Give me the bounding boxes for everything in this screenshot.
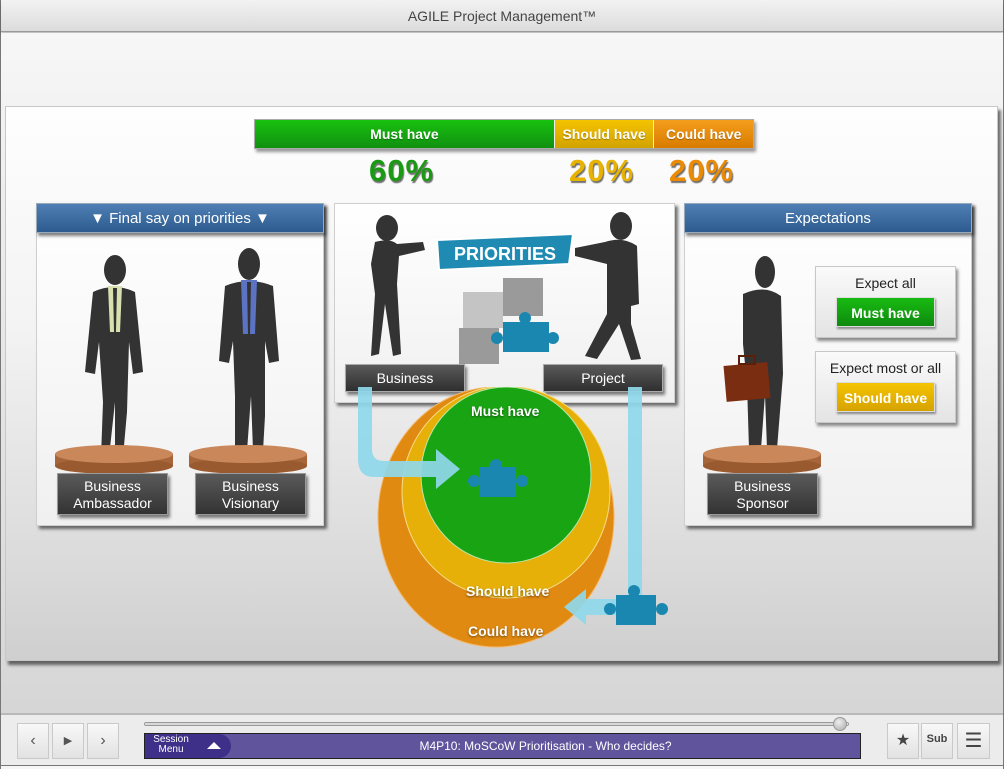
could-have-circle-label: Could have — [468, 623, 544, 639]
project-person-figure — [575, 212, 641, 360]
puzzle-piece-icon — [463, 292, 503, 328]
progress-knob[interactable] — [832, 717, 847, 731]
could-percentage: 20% — [669, 153, 735, 188]
expectations-panel: Expectations Business Sponsor Expect all… — [684, 203, 972, 526]
business-visionary-figure — [219, 248, 279, 451]
moscow-must-segment: Must have — [255, 120, 554, 148]
session-menu-button[interactable]: Session Menu — [145, 734, 231, 758]
ambassador-plinth — [55, 445, 173, 474]
bookmark-button[interactable]: ★ — [887, 723, 919, 759]
expect-all-text: Expect all — [855, 275, 916, 291]
business-person-figure — [371, 215, 425, 356]
star-icon: ★ — [895, 732, 911, 749]
session-title: M4P10: MoSCoW Prioritisation - Who decid… — [419, 739, 672, 753]
expect-most-box: Expect most or all Should have — [815, 351, 956, 423]
priorities-panel: PRIORITIES Business Project — [334, 203, 675, 403]
app-window: AGILE Project Management™ Must have Shou… — [0, 0, 1004, 769]
puzzle-piece-icon — [459, 328, 499, 364]
menu-button[interactable]: ☰ — [957, 723, 990, 759]
final-say-header: ▼ Final say on priorities ▼ — [36, 203, 324, 233]
stage: Must have Should have Could have 60% 20%… — [1, 33, 1003, 713]
chevron-up-icon — [207, 742, 221, 749]
puzzle-piece-icon — [503, 278, 543, 316]
business-visionary-label: Business Visionary — [195, 473, 306, 515]
moscow-could-segment: Could have — [653, 120, 753, 148]
moscow-circles: Must have Should have Could have — [346, 387, 686, 657]
puzzle-piece-icon — [503, 322, 549, 352]
must-have-circle-label: Must have — [471, 403, 540, 419]
subtitles-button[interactable]: Sub — [921, 723, 953, 759]
must-percentage: 60% — [369, 153, 435, 188]
progress-slider[interactable] — [144, 717, 849, 731]
moscow-should-segment: Should have — [553, 120, 654, 148]
expect-all-box: Expect all Must have — [815, 266, 956, 338]
progress-fill — [145, 723, 841, 725]
player-controls: ‹ ▶ › Session Menu M4P10: MoSCoW Priorit… — [1, 713, 1003, 766]
session-bar: Session Menu M4P10: MoSCoW Prioritisatio… — [144, 733, 861, 759]
business-sponsor-figure — [723, 256, 783, 449]
app-title: AGILE Project Management™ — [1, 0, 1003, 32]
must-have-badge: Must have — [836, 297, 935, 327]
moscow-bar: Must have Should have Could have — [254, 119, 754, 149]
sponsor-plinth — [703, 445, 821, 474]
expect-most-text: Expect most or all — [829, 360, 942, 376]
puzzle-piece-icon — [604, 585, 668, 625]
should-percentage: 20% — [569, 153, 635, 188]
priorities-banner-text: PRIORITIES — [454, 244, 556, 264]
should-have-circle-label: Should have — [466, 583, 550, 599]
slide: Must have Should have Could have 60% 20%… — [5, 106, 998, 661]
play-button[interactable]: ▶ — [52, 723, 84, 759]
business-ambassador-figure — [85, 255, 143, 457]
next-button[interactable]: › — [87, 723, 119, 759]
business-sponsor-label: Business Sponsor — [707, 473, 818, 515]
business-ambassador-label: Business Ambassador — [57, 473, 168, 515]
visionary-plinth — [189, 445, 307, 474]
final-say-panel: ▼ Final say on priorities ▼ Business Amb… — [36, 203, 324, 526]
previous-button[interactable]: ‹ — [17, 723, 49, 759]
expectations-header: Expectations — [684, 203, 972, 233]
should-have-badge: Should have — [836, 382, 935, 412]
list-icon: ☰ — [964, 730, 983, 752]
